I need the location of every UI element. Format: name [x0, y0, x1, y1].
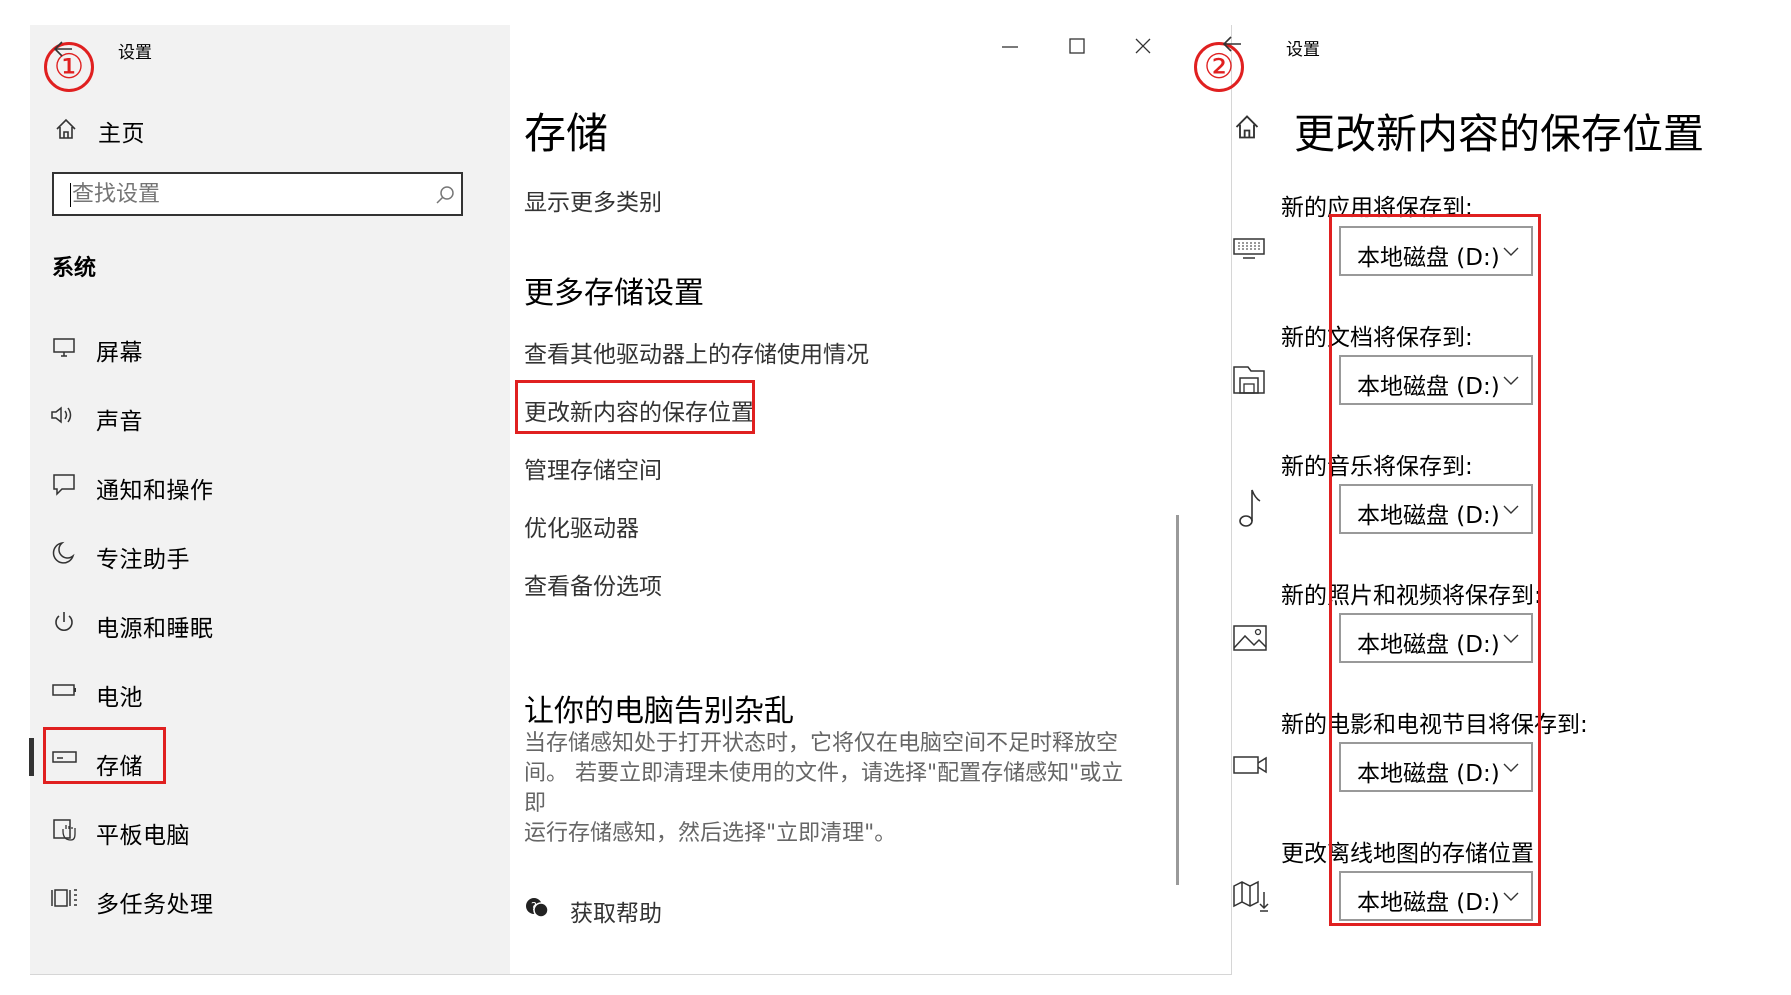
- highlight-box-save-location: [515, 380, 755, 434]
- window-title: 设置: [118, 43, 152, 63]
- music-note-icon: [1238, 487, 1262, 529]
- sidebar-item-focus-assist[interactable]: 专注助手: [96, 540, 190, 574]
- storage-sense-description: 当存储感知处于打开状态时，它将仅在电脑空间不足时释放空 间。 若要立即清理未使用…: [524, 729, 1144, 849]
- page-title: 存储: [524, 109, 609, 158]
- power-icon: [52, 610, 76, 634]
- description-line: 当存储感知处于打开状态时，它将仅在电脑空间不足时释放空: [524, 731, 1119, 756]
- optimize-drives-link[interactable]: 优化驱动器: [524, 509, 639, 543]
- map-download-icon: [1232, 880, 1270, 912]
- text-cursor: [70, 183, 71, 207]
- page-title: 更改新内容的保存位置: [1294, 110, 1704, 158]
- home-link[interactable]: 主页: [98, 114, 145, 148]
- svg-text:?: ?: [531, 900, 537, 913]
- sidebar-item-multitasking[interactable]: 多任务处理: [96, 885, 214, 919]
- monitor-icon: [52, 335, 76, 359]
- home-icon[interactable]: [1233, 113, 1261, 141]
- description-line: 间。 若要立即清理未使用的文件，请选择"配置存储感知"或立即: [524, 761, 1124, 816]
- sidebar-item-power-sleep[interactable]: 电源和睡眠: [96, 609, 214, 643]
- scrollbar-thumb[interactable]: [1176, 515, 1179, 885]
- highlight-box-dropdowns: [1329, 214, 1541, 926]
- maximize-button[interactable]: [1067, 36, 1087, 56]
- battery-icon: [52, 680, 78, 700]
- tablet-icon: [52, 817, 78, 843]
- back-arrow-icon[interactable]: [1221, 33, 1243, 55]
- sidebar-item-battery[interactable]: 电池: [96, 678, 143, 712]
- highlight-box-storage: [43, 727, 166, 784]
- sidebar-item-notifications[interactable]: 通知和操作: [96, 471, 214, 505]
- description-line: 运行存储感知，然后选择"立即清理"。: [524, 821, 897, 846]
- section-label: 系统: [52, 256, 97, 281]
- speaker-icon: [50, 403, 76, 427]
- more-storage-settings-heading: 更多存储设置: [524, 276, 704, 311]
- window-divider: [1231, 25, 1232, 975]
- window-title: 设置: [1286, 40, 1320, 60]
- show-more-categories-link[interactable]: 显示更多类别: [524, 183, 662, 217]
- home-icon: [54, 117, 78, 141]
- help-chat-icon: ?: [524, 896, 550, 920]
- picture-icon: [1232, 624, 1268, 652]
- back-arrow-icon[interactable]: [52, 38, 74, 60]
- sidebar-item-tablet[interactable]: 平板电脑: [96, 816, 190, 850]
- get-help-link[interactable]: 获取帮助: [570, 894, 662, 928]
- document-drive-icon: [1232, 363, 1266, 395]
- sidebar-item-sound[interactable]: 声音: [96, 402, 143, 436]
- minimize-button[interactable]: [1000, 36, 1020, 56]
- keyboard-icon: [1232, 236, 1266, 262]
- declutter-heading: 让你的电脑告别杂乱: [524, 694, 794, 729]
- manage-storage-spaces-link[interactable]: 管理存储空间: [524, 451, 662, 485]
- sidebar-item-display[interactable]: 屏幕: [96, 333, 143, 367]
- selection-indicator: [29, 738, 34, 776]
- multitask-icon: [50, 886, 78, 910]
- search-input[interactable]: [72, 179, 412, 209]
- notification-icon: [52, 472, 76, 496]
- view-backup-options-link[interactable]: 查看备份选项: [524, 567, 662, 601]
- close-button[interactable]: [1133, 36, 1153, 56]
- moon-icon: [52, 541, 76, 565]
- search-box[interactable]: [52, 172, 463, 216]
- search-icon[interactable]: [434, 184, 456, 206]
- window-border: [30, 974, 1232, 975]
- video-camera-icon: [1232, 754, 1268, 776]
- view-other-drives-link[interactable]: 查看其他驱动器上的存储使用情况: [524, 335, 869, 369]
